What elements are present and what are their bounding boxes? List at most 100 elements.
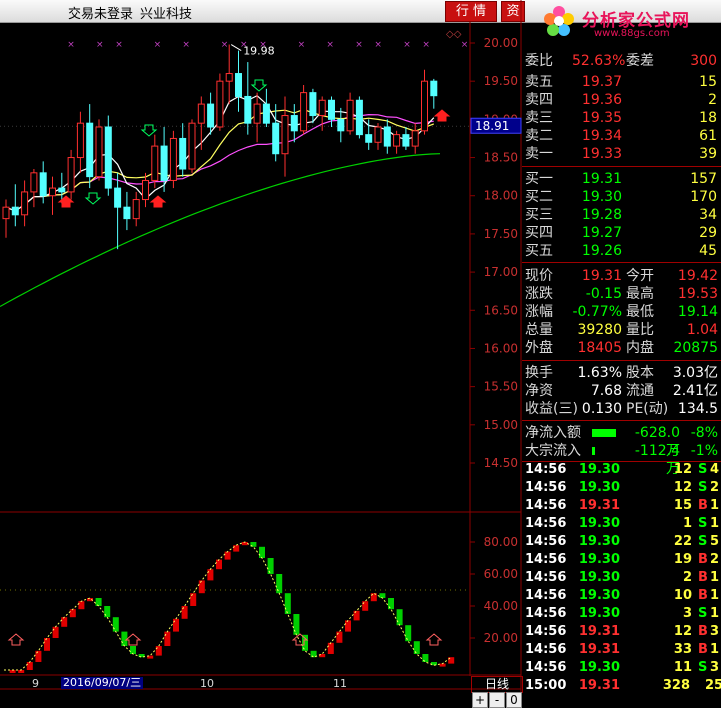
fin-row: 换手 1.63% 股本 3.03亿 (522, 364, 721, 382)
tick-volume: 3 (682, 606, 692, 621)
candle-body (421, 80, 428, 132)
stat-row: 总量 39280 量比 1.04 (522, 321, 721, 339)
tick-row: 14:56 19.30 3 S 1 (522, 605, 721, 623)
sell-arrow-icon (250, 79, 268, 92)
candle-body (365, 134, 373, 143)
ask-volume: 39 (699, 146, 717, 162)
tick-row: 14:56 19.30 12 S 2 (522, 479, 721, 497)
tick-price: 19.30 (578, 570, 620, 585)
bid-label: 买一 (525, 171, 553, 187)
ask-price: 19.36 (581, 92, 622, 108)
indicator-bar (78, 601, 85, 610)
candle-body (114, 187, 122, 208)
indicator-bar (353, 610, 360, 621)
tick-count: 1 (709, 642, 719, 657)
logo: 分析家公式网 www.88gs.com (522, 0, 721, 39)
candle-body (67, 157, 75, 193)
ask-price: 19.35 (581, 110, 622, 126)
date-tick: 9 (32, 677, 39, 690)
bid-row: 买二 19.30 170 (522, 188, 721, 206)
bid-volume: 170 (690, 189, 717, 205)
indicator-bar (207, 569, 214, 581)
tick-volume: 1 (682, 516, 692, 531)
stat-label: 内盘 (626, 340, 654, 356)
tick-price: 19.30 (578, 534, 620, 549)
candle-body (402, 134, 410, 147)
tick-volume: 12 (673, 462, 692, 477)
current-price-text: 18.91 (475, 119, 509, 133)
indicator-bar (190, 593, 197, 606)
indicator-bar (216, 559, 222, 570)
tick-count: 1 (709, 570, 719, 585)
fin-value: 1.63% (577, 365, 622, 381)
candle-body (328, 99, 335, 120)
indicator-bar (379, 593, 386, 598)
tick-price: 19.31 (578, 624, 620, 639)
indicator-arrow-icon (7, 633, 25, 646)
candle-body (355, 99, 363, 136)
price-axis-label: 19.50 (484, 74, 518, 88)
signal-x-marker: × (298, 40, 306, 50)
ratio-value: 52.63% (572, 53, 626, 69)
fin-value: 2.41亿 (672, 383, 718, 399)
flow-bar (592, 429, 616, 437)
tick-price: 19.30 (578, 462, 620, 477)
bid-row: 买三 19.28 34 (522, 206, 721, 224)
price-axis-label: 16.50 (484, 303, 518, 317)
candle-body (2, 206, 10, 220)
price-axis-label: 17.50 (484, 227, 518, 241)
tick-count: 1 (709, 606, 719, 621)
stat-label: 总量 (525, 322, 553, 338)
indicator-bar (336, 631, 343, 643)
candle-body (393, 134, 401, 147)
divider (522, 262, 721, 263)
indicator-arrow-icon (124, 633, 142, 646)
tick-count: 1 (709, 498, 719, 513)
zoom-out-button[interactable]: - (489, 692, 505, 708)
indicator-bar (259, 546, 265, 558)
bid-label: 买三 (525, 207, 553, 223)
ask-label: 卖一 (525, 146, 553, 162)
tick-row: 14:56 19.30 2 B 1 (522, 569, 721, 587)
indicator-bar (284, 593, 291, 614)
candle-body (235, 73, 242, 97)
candle-body (76, 122, 84, 159)
candle-body (430, 80, 438, 97)
signal-x-marker: × (403, 40, 411, 50)
period-label[interactable]: 日线 (471, 676, 523, 693)
flower-logo-icon (544, 6, 574, 36)
indicator-bar (362, 601, 369, 611)
ask-row: 卖五 19.37 15 (522, 73, 721, 91)
price-axis-label: 18.00 (484, 189, 518, 203)
signal-x-marker: × (182, 40, 190, 50)
stat-value: 19.42 (677, 268, 718, 284)
buy-arrow-icon (433, 109, 451, 122)
sell-arrow-icon (84, 192, 102, 205)
stat-label: 今开 (626, 268, 654, 284)
ma60-line (0, 153, 441, 308)
tick-time: 14:56 (525, 552, 567, 567)
signal-x-marker: × (422, 40, 430, 50)
reset-button[interactable]: 0 (506, 692, 522, 708)
indicator-bar (293, 614, 300, 635)
stat-label: 量比 (626, 322, 654, 338)
bid-price: 19.30 (581, 189, 622, 205)
signal-x-marker: × (221, 40, 229, 50)
fin-label: 净资 (525, 383, 553, 399)
fin-label: 换手 (525, 365, 553, 381)
divider (522, 166, 721, 167)
tick-count: 2 (709, 552, 719, 567)
stat-label: 涨幅 (525, 304, 553, 320)
tick-row: 14:56 19.30 10 B 1 (522, 587, 721, 605)
tick-time: 14:56 (525, 570, 567, 585)
fin-row: 净资 7.68 流通 2.41亿 (522, 382, 721, 400)
stat-label: 最高 (626, 286, 654, 302)
tick-volume: 11 (673, 660, 692, 675)
indicator-bar (69, 609, 76, 618)
fin-row: 收益(三) 0.130 PE(动) 134.5 (522, 400, 721, 418)
ask-volume: 18 (699, 110, 717, 126)
indicator-bar (104, 606, 111, 618)
fin-label: 流通 (626, 383, 654, 399)
tick-volume: 19 (673, 552, 692, 567)
zoom-in-button[interactable]: + (472, 692, 488, 708)
